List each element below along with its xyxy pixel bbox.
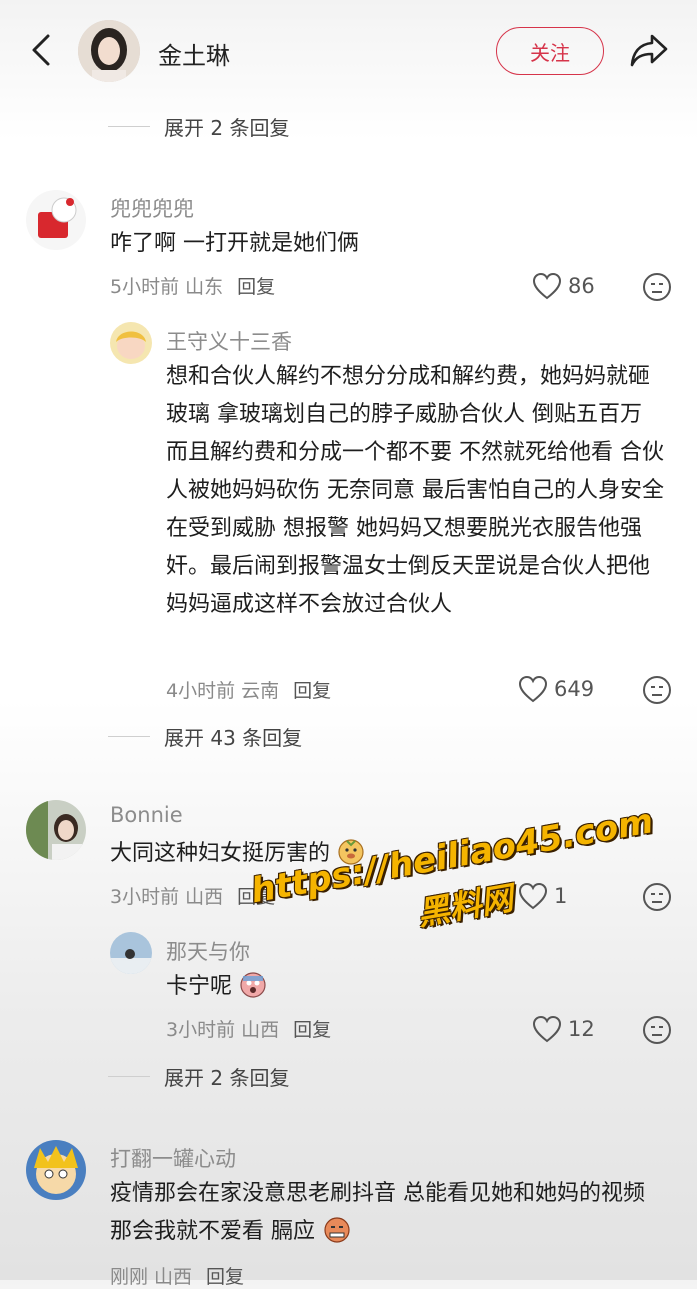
reply-button[interactable]: 回复 [237, 276, 275, 298]
dislike-face-icon[interactable] [642, 675, 672, 705]
comment-username[interactable]: 兜兜兜兜 [110, 193, 194, 223]
comment-text-content: 疫情那会在家没意思老刷抖音 总能看见她和她妈的视频 那会我就不爱看 膈应 [110, 1181, 645, 1244]
like-button[interactable]: 649 [518, 675, 594, 703]
avatar[interactable] [26, 1140, 86, 1200]
header: 金土琳 关注 [0, 0, 697, 100]
divider-line [108, 736, 150, 737]
divider-line [108, 1076, 150, 1077]
heart-icon [532, 272, 562, 300]
follow-button[interactable]: 关注 [496, 27, 604, 75]
comment-meta: 5小时前 山东 回复 [110, 272, 275, 299]
comment-username[interactable]: 王守义十三香 [166, 326, 292, 356]
shocked-emoji-icon [240, 972, 266, 998]
avatar[interactable] [26, 190, 86, 250]
comment-time-location: 3小时前 山西 [110, 886, 224, 908]
comment-text: 咋了啊 一打开就是她们俩 [110, 231, 359, 256]
like-count: 12 [568, 1017, 595, 1041]
like-button[interactable]: 12 [532, 1015, 595, 1043]
heart-icon [518, 675, 548, 703]
watermark: https://heiliao45.com 黑料网 [248, 801, 665, 962]
comment-time-location: 4小时前 云南 [166, 680, 280, 702]
comment-text: 想和合伙人解约不想分分成和解约费，她妈妈就砸玻璃 拿玻璃划自己的脖子威胁合伙人 … [166, 364, 664, 617]
dislike-face-icon[interactable] [642, 1015, 672, 1045]
expand-replies-button[interactable]: 展开 2 条回复 [108, 1062, 289, 1091]
divider-line [108, 126, 150, 127]
avatar[interactable] [26, 800, 86, 860]
back-arrow-icon[interactable] [22, 30, 62, 70]
comment-time-location: 5小时前 山东 [110, 276, 224, 298]
comment-meta: 3小时前 山西 回复 [166, 1015, 331, 1042]
profile-name: 金土琳 [158, 42, 230, 70]
avatar[interactable] [110, 322, 152, 364]
comment-username[interactable]: 打翻一罐心动 [110, 1143, 236, 1173]
expand-replies-label: 展开 43 条回复 [164, 726, 303, 750]
avatar[interactable] [110, 932, 152, 974]
reply-button[interactable]: 回复 [206, 1266, 244, 1288]
like-count: 649 [554, 677, 595, 701]
comment-username[interactable]: Bonnie [110, 803, 183, 827]
comment-time-location: 刚刚 山西 [110, 1266, 193, 1288]
comment-text-content: 卡宁呢 [166, 974, 233, 999]
comment-meta: 4小时前 云南 回复 [166, 676, 331, 703]
expand-replies-label: 展开 2 条回复 [164, 116, 290, 140]
nauseated-emoji-icon [324, 1217, 350, 1243]
expand-replies-button[interactable]: 展开 43 条回复 [108, 722, 302, 751]
like-count: 86 [568, 274, 595, 298]
comment-username[interactable]: 那天与你 [166, 936, 250, 966]
reply-button[interactable]: 回复 [293, 680, 331, 702]
like-button[interactable]: 86 [532, 272, 595, 300]
dislike-face-icon[interactable] [642, 272, 672, 302]
comment-meta: 刚刚 山西 回复 [110, 1262, 244, 1289]
heart-icon [532, 1015, 562, 1043]
profile-avatar[interactable] [78, 20, 140, 82]
share-icon[interactable] [628, 30, 670, 70]
comment-text: 疫情那会在家没意思老刷抖音 总能看见她和她妈的视频 那会我就不爱看 膈应 [110, 1175, 670, 1251]
expand-replies-label: 展开 2 条回复 [164, 1066, 290, 1090]
reply-button[interactable]: 回复 [293, 1019, 331, 1041]
comment-time-location: 3小时前 山西 [166, 1019, 280, 1041]
expand-replies-button[interactable]: 展开 2 条回复 [108, 112, 289, 141]
comment-text: 卡宁呢 [166, 968, 466, 1006]
